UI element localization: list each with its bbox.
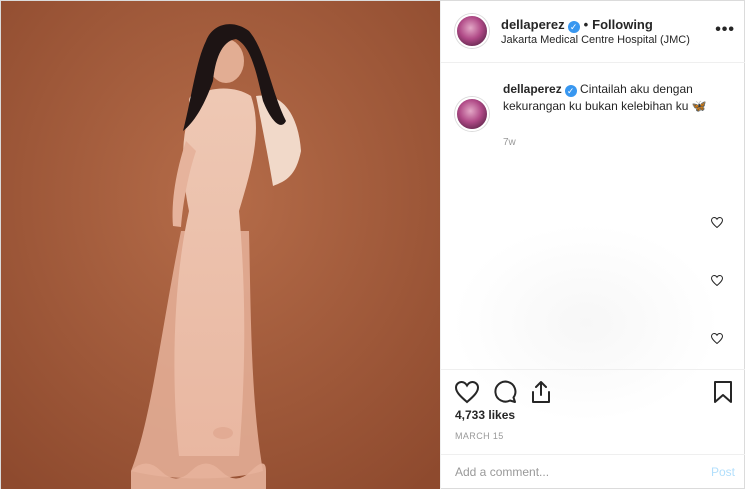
likes-count[interactable]: 4,733 likes	[455, 408, 515, 422]
bookmark-icon[interactable]	[711, 380, 735, 404]
comment-box: Post	[441, 454, 745, 489]
avatar[interactable]	[455, 14, 489, 48]
heart-outline-icon[interactable]	[711, 333, 723, 344]
location-link[interactable]: Jakarta Medical Centre Hospital (JMC)	[501, 34, 690, 46]
caption-text-block: dellaperez ✓ Cintailah aku dengan kekuran…	[503, 81, 733, 115]
verified-badge-icon: ✓	[564, 85, 577, 97]
caption-username[interactable]: dellaperez	[503, 82, 562, 96]
post-sidebar: dellaperez ✓ • Following Jakarta Medical Ce…	[440, 1, 745, 489]
header-username[interactable]: dellaperez	[501, 17, 565, 32]
heart-icon[interactable]	[455, 380, 479, 404]
post-header: dellaperez ✓ • Following Jakarta Medical Ce…	[441, 1, 745, 63]
comment-input[interactable]	[455, 465, 685, 479]
more-options-icon[interactable]: •••	[715, 21, 735, 39]
caption-avatar[interactable]	[455, 97, 489, 131]
instagram-post: dellaperez ✓ • Following Jakarta Medical Ce…	[0, 0, 745, 489]
share-icon[interactable]	[529, 380, 553, 404]
heart-outline-icon[interactable]	[711, 217, 723, 228]
caption-time[interactable]: 7w	[503, 137, 516, 148]
post-date[interactable]: MARCH 15	[455, 431, 504, 441]
comment-icon[interactable]	[493, 380, 517, 404]
post-actions: 4,733 likes MARCH 15 Post	[441, 369, 745, 489]
separator-dot: •	[583, 17, 589, 32]
caption-area: dellaperez ✓ Cintailah aku dengan kekuran…	[441, 63, 745, 423]
header-username-row: dellaperez ✓ • Following	[501, 17, 653, 33]
photo-illustration	[1, 1, 440, 489]
verified-badge-icon: ✓	[567, 21, 580, 33]
post-photo[interactable]	[1, 1, 440, 489]
heart-outline-icon[interactable]	[711, 275, 723, 286]
post-button[interactable]: Post	[711, 465, 735, 479]
following-button[interactable]: Following	[592, 17, 653, 32]
